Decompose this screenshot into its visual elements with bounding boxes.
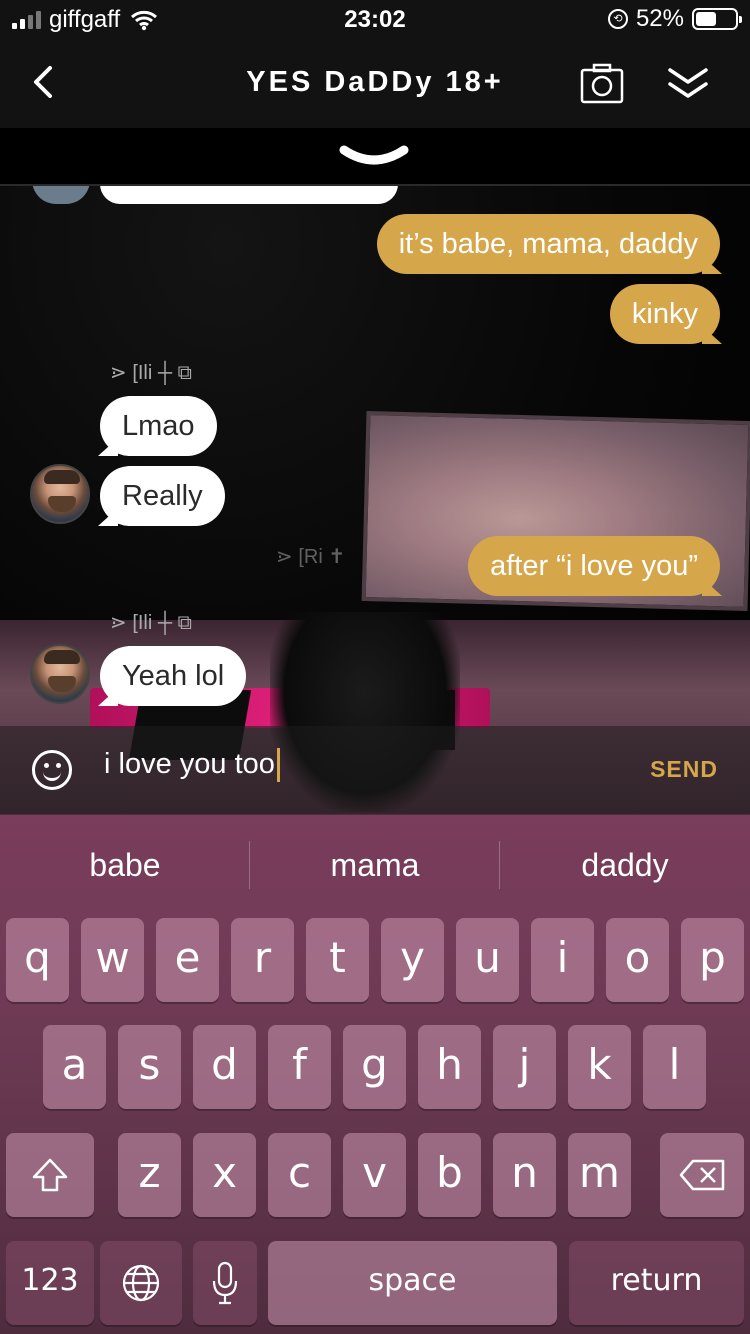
sender-name: ⋗ [Ri ✝ (276, 546, 346, 568)
carrier-name: giffgaff (49, 6, 121, 33)
key-n[interactable]: n (493, 1133, 556, 1217)
key-j[interactable]: j (493, 1025, 556, 1109)
battery-percent: 52% (635, 5, 684, 32)
key-v[interactable]: v (343, 1133, 406, 1217)
key-c[interactable]: c (268, 1133, 331, 1217)
key-u[interactable]: u (456, 918, 519, 1002)
numbers-key[interactable]: 123 (6, 1241, 94, 1325)
message-bubble-incoming[interactable]: Really (98, 466, 225, 526)
key-m[interactable]: m (568, 1133, 631, 1217)
keyboard: babe mama daddy 123 space return qwertyu… (0, 815, 750, 1334)
avatar[interactable] (30, 644, 90, 704)
key-b[interactable]: b (418, 1133, 481, 1217)
space-key[interactable]: space (268, 1241, 557, 1325)
key-x[interactable]: x (193, 1133, 256, 1217)
key-k[interactable]: k (568, 1025, 631, 1109)
message-bubble-incoming[interactable]: Yeah lol (97, 646, 247, 706)
message-input-value: i love you too (104, 748, 275, 780)
text-caret (276, 748, 280, 783)
chevron-down-icon[interactable] (338, 142, 410, 174)
backspace-icon (679, 1159, 725, 1191)
key-r[interactable]: r (231, 918, 294, 1002)
key-q[interactable]: q (6, 918, 69, 1002)
key-d[interactable]: d (193, 1025, 256, 1109)
key-h[interactable]: h (418, 1025, 481, 1109)
shift-key[interactable] (6, 1133, 94, 1217)
camera-icon[interactable] (580, 62, 624, 106)
key-s[interactable]: s (118, 1025, 181, 1109)
suggestion-1[interactable]: babe (0, 815, 250, 915)
globe-key[interactable] (100, 1241, 182, 1325)
key-g[interactable]: g (343, 1025, 406, 1109)
key-f[interactable]: f (268, 1025, 331, 1109)
suggestion-3[interactable]: daddy (500, 815, 750, 915)
delete-key[interactable] (660, 1133, 744, 1217)
message-bubble-outgoing[interactable]: kinky (609, 284, 723, 344)
key-y[interactable]: y (381, 918, 444, 1002)
shift-icon (32, 1158, 68, 1192)
key-l[interactable]: l (643, 1025, 706, 1109)
return-key[interactable]: return (569, 1241, 744, 1325)
message-input[interactable]: i love you too (104, 748, 280, 783)
smiley-icon[interactable] (32, 750, 72, 790)
key-z[interactable]: z (118, 1133, 181, 1217)
key-t[interactable]: t (306, 918, 369, 1002)
message-bubble-incoming[interactable]: Lmao (98, 396, 217, 456)
microphone-key[interactable] (193, 1241, 257, 1325)
chat-title: YES DaDDy 18+ (246, 66, 504, 98)
double-chevron-down-icon[interactable] (666, 62, 710, 106)
sender-name: ⋗ [Ili ┼ ⧉ (110, 612, 192, 634)
key-w[interactable]: w (81, 918, 144, 1002)
rotation-lock-icon: ⟲ (607, 9, 628, 29)
microphone-icon (212, 1261, 238, 1305)
message-bubble-outgoing[interactable]: after “i love you” (468, 536, 722, 596)
key-p[interactable]: p (681, 918, 744, 1002)
chat-header: YES DaDDy 18+ (0, 40, 750, 128)
globe-icon (122, 1264, 160, 1302)
sender-name: ⋗ [Ili ┼ ⧉ (110, 362, 192, 384)
battery-icon (692, 8, 742, 30)
message-bubble-outgoing[interactable]: it’s babe, mama, daddy (376, 214, 723, 274)
back-button[interactable] (22, 60, 66, 104)
signal-icon (12, 11, 41, 29)
avatar[interactable] (30, 464, 90, 524)
status-bar: giffgaff 23:02 ⟲ 52% (0, 0, 750, 40)
send-button[interactable]: SEND (650, 756, 718, 783)
wifi-icon (131, 10, 158, 31)
suggestion-2[interactable]: mama (250, 815, 500, 915)
key-e[interactable]: e (156, 918, 219, 1002)
key-a[interactable]: a (43, 1025, 106, 1109)
collapse-strip (0, 128, 750, 186)
message-composer: i love you too SEND (0, 726, 750, 814)
key-i[interactable]: i (531, 918, 594, 1002)
key-o[interactable]: o (606, 918, 669, 1002)
